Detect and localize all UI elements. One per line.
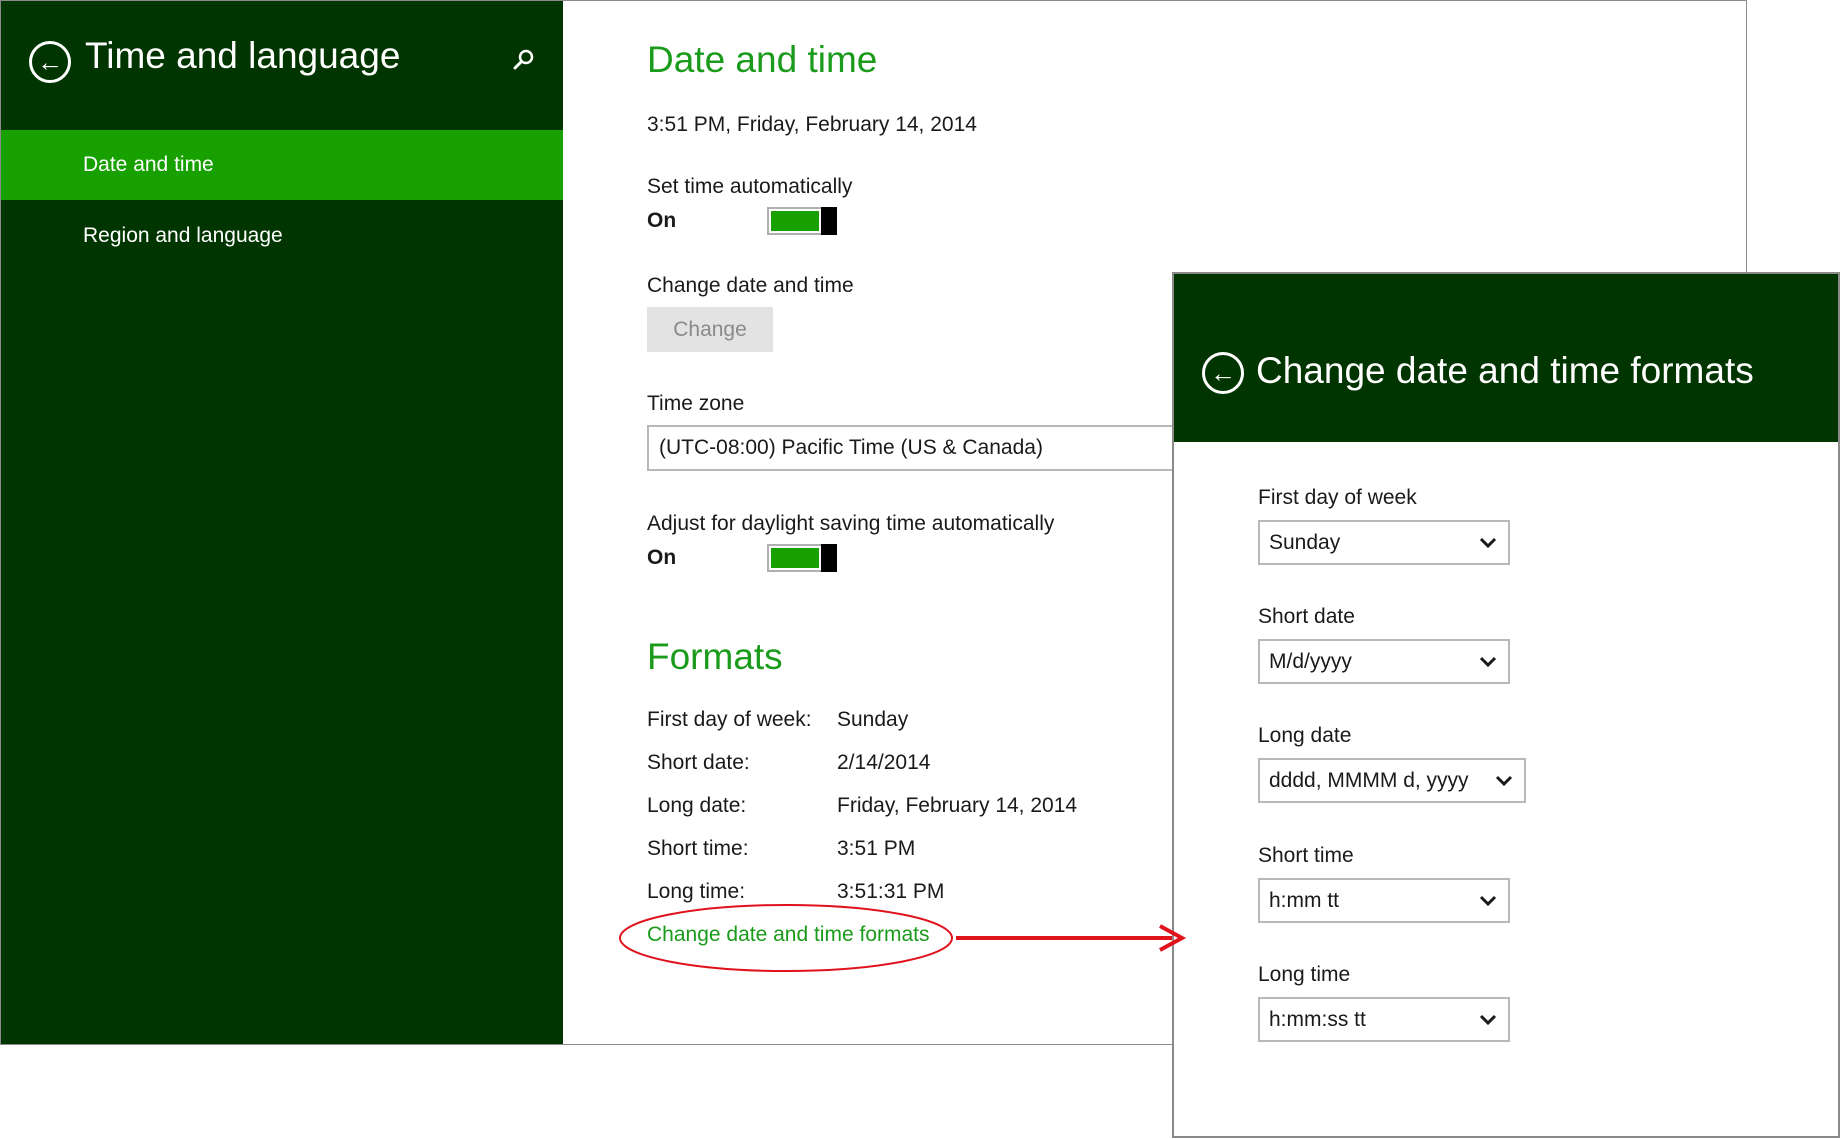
set-time-auto-toggle[interactable] (767, 207, 837, 235)
dropdown-value: dddd, MMMM d, yyyy (1269, 769, 1469, 792)
change-formats-link[interactable]: Change date and time formats (647, 923, 930, 947)
back-arrow-icon[interactable]: ← (29, 41, 71, 83)
page-title: Date and time (647, 39, 878, 80)
change-formats-panel: ← Change date and time formats First day… (1172, 272, 1840, 1138)
time-zone-select[interactable]: (UTC-08:00) Pacific Time (US & Canada) (647, 425, 1177, 471)
dropdown-value: h:mm tt (1269, 889, 1340, 912)
sidebar-item-label: Region and language (83, 224, 283, 247)
format-row-value: 2/14/2014 (837, 751, 931, 774)
format-row-key: First day of week: (647, 708, 812, 731)
first-day-dropdown[interactable]: Sunday (1258, 520, 1510, 565)
panel-title: Change date and time formats (1256, 350, 1754, 391)
format-row-value: Sunday (837, 708, 909, 731)
format-row-key: Long time: (647, 880, 746, 903)
format-row-value: 3:51 PM (837, 837, 916, 860)
chevron-down-icon (1478, 536, 1498, 550)
sidebar: ← Time and language Date and time Region… (1, 1, 563, 1044)
first-day-label: First day of week (1258, 486, 1417, 509)
dropdown-value: Sunday (1269, 531, 1341, 554)
time-zone-label: Time zone (647, 392, 745, 415)
long-time-dropdown[interactable]: h:mm:ss tt (1258, 997, 1510, 1042)
sidebar-item-date-and-time[interactable]: Date and time (1, 130, 563, 200)
sidebar-title: Time and language (85, 35, 401, 76)
short-date-label: Short date (1258, 605, 1355, 628)
current-datetime: 3:51 PM, Friday, February 14, 2014 (647, 113, 977, 136)
format-row-value: 3:51:31 PM (837, 880, 945, 903)
long-time-label: Long time (1258, 963, 1351, 986)
format-row-key: Short time: (647, 837, 749, 860)
chevron-down-icon (1494, 774, 1514, 788)
long-date-dropdown[interactable]: dddd, MMMM d, yyyy (1258, 758, 1526, 803)
dropdown-value: h:mm:ss tt (1269, 1008, 1366, 1031)
dropdown-value: M/d/yyyy (1269, 650, 1352, 673)
format-row-key: Long date: (647, 794, 747, 817)
back-arrow-icon[interactable]: ← (1202, 352, 1244, 394)
chevron-down-icon (1478, 655, 1498, 669)
short-time-dropdown[interactable]: h:mm tt (1258, 878, 1510, 923)
chevron-down-icon (1478, 894, 1498, 908)
change-button[interactable]: Change (647, 307, 773, 352)
panel-header: ← Change date and time formats (1174, 274, 1838, 442)
dst-state: On (647, 546, 677, 569)
sidebar-item-label: Date and time (83, 153, 214, 176)
change-datetime-label: Change date and time (647, 274, 854, 297)
short-time-label: Short time (1258, 844, 1354, 867)
set-time-auto-state: On (647, 209, 677, 232)
chevron-down-icon (1478, 1013, 1498, 1027)
short-date-dropdown[interactable]: M/d/yyyy (1258, 639, 1510, 684)
sidebar-item-region-and-language[interactable]: Region and language (1, 201, 563, 271)
format-row-value: Friday, February 14, 2014 (837, 794, 1078, 817)
long-date-label: Long date (1258, 724, 1352, 747)
formats-heading: Formats (647, 636, 783, 677)
set-time-auto-label: Set time automatically (647, 175, 853, 198)
format-row-key: Short date: (647, 751, 750, 774)
dst-label: Adjust for daylight saving time automati… (647, 512, 1055, 535)
dst-toggle[interactable] (767, 544, 837, 572)
search-icon[interactable] (506, 43, 540, 77)
